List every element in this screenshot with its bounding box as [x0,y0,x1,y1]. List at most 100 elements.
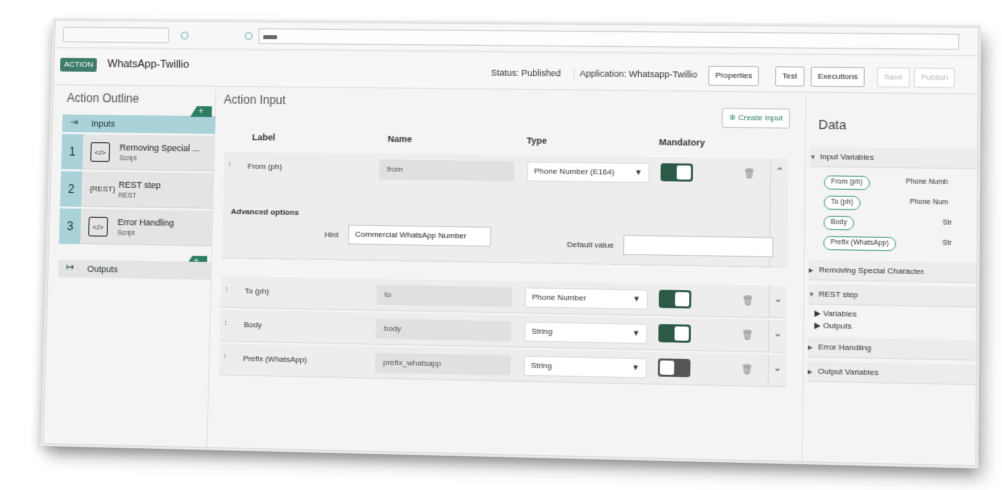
data-panel: Data ▼ Input Variables From (ph) Phone Nu… [801,94,979,466]
caret-right-icon: ▶ [807,369,813,376]
rest-section[interactable]: ▼ REST step [808,284,979,308]
col-type: Type [526,135,548,146]
hint-input[interactable]: Commercial WhatsApp Number [347,224,492,247]
trash-icon[interactable]: 🗑 [741,364,753,375]
data-title: Data [818,116,847,133]
status-dot-icon [244,32,253,40]
toggle-knob [659,360,675,375]
application-text: Application: Whatsapp-Twillio [573,68,698,80]
save-button[interactable]: Save [876,67,911,88]
rest-icon: {REST} [89,184,116,194]
publish-button[interactable]: Publish [913,67,956,89]
error-label: Error Handling [818,342,872,353]
table-row[interactable]: ⠇ From (ph) from Phone Number (E164) ▼ 🗑 … [221,151,789,268]
step-name: Removing Special ... [119,142,200,154]
variables-label: Variables [822,308,857,319]
create-input-button[interactable]: ⊕ Create Input [721,107,790,129]
caret-right-icon: ▶ [807,345,813,352]
mandatory-toggle[interactable] [660,163,694,182]
script-icon: </> [88,216,109,237]
hint-label: Hint [324,230,339,240]
action-outline-panel: Action Outline ⇥ Inputs + 1 </> Removing… [53,87,217,447]
data-pill[interactable]: From (ph) [823,175,870,191]
drag-handle-icon[interactable]: ⠇ [223,354,229,362]
drag-handle-icon[interactable]: ⠇ [225,286,231,294]
properties-button[interactable]: Properties [708,65,760,87]
advanced-options-title: Advanced options [230,207,299,217]
row-type-select[interactable]: String ▼ [523,355,647,379]
caret-down-icon: ▼ [631,362,640,373]
input-arrow-icon: ⇥ [69,117,79,129]
executions-button[interactable]: Executions [810,66,865,88]
variables-item[interactable]: ▶ Variables [814,309,856,319]
app-window: ACTION WhatsApp-Twillio Status: Publishe… [42,19,979,467]
mandatory-toggle[interactable] [658,324,691,343]
row-name-input[interactable]: prefix_whatsapp [374,352,511,376]
data-pill[interactable]: Body [823,215,855,231]
trash-icon[interactable]: 🗑 [742,330,754,341]
removing-section[interactable]: ▶ Removing Special Character. [808,259,979,284]
rest-label: REST step [818,289,859,300]
action-input-panel: Action Input ⊕ Create Input Label Name T… [209,88,796,461]
trash-icon[interactable]: 🗑 [743,168,756,179]
step-number: 2 [60,171,83,207]
output-variables-section[interactable]: ▶ Output Variables [807,361,979,386]
chevron-down-icon[interactable]: ⌄ [768,320,787,352]
outline-step[interactable]: 1 </> Removing Special ... Script [61,133,216,172]
chevron-down-icon[interactable]: ⌄ [767,354,787,387]
trash-icon[interactable]: 🗑 [742,295,754,306]
outputs-item[interactable]: ▶ Outputs [814,321,851,331]
row-name-input[interactable]: from [378,159,515,182]
data-pill-type: Str [942,239,952,248]
row-type-value: Phone Number (E164) [534,166,615,177]
inputs-label: Inputs [91,118,116,129]
step-name: Error Handling [117,217,175,228]
toggle-knob [676,165,691,180]
data-pill-type: Phone Num [909,198,948,207]
outline-inputs[interactable]: ⇥ Inputs + [62,114,216,134]
row-type-select[interactable]: Phone Number ▼ [524,287,648,310]
col-label: Label [252,132,276,143]
row-type-value: String [530,360,552,371]
row-label: Body [243,320,262,330]
status-dot-icon [180,31,189,40]
add-step-button[interactable]: + [190,106,212,117]
row-type-select[interactable]: String ▼ [524,321,648,345]
data-pill[interactable]: To (ph) [823,195,861,211]
row-type-select[interactable]: Phone Number (E164) ▼ [526,161,650,184]
test-button[interactable]: Test [775,66,805,87]
caret-right-icon: ▶ [814,308,821,318]
row-label: Prefix (WhatsApp) [242,353,307,365]
status-text: Status: Published [490,67,561,79]
page-title: WhatsApp-Twillio [107,58,190,71]
outline-title: Action Outline [66,91,140,106]
outline-outputs[interactable]: ↦ Outputs [58,259,213,280]
error-section[interactable]: ▶ Error Handling [807,337,979,361]
data-pill[interactable]: Prefix (WhatsApp) [823,235,896,252]
drag-handle-icon[interactable]: ⠇ [228,162,234,170]
chevron-down-icon[interactable]: ⌄ [768,285,788,318]
action-input-title: Action Input [223,92,286,108]
script-icon: </> [90,142,111,163]
data-pill-type: Str [942,219,952,227]
create-input-label: Create Input [738,113,783,123]
outline-step[interactable]: 3 </> Error Handling Script [58,208,214,247]
input-variables-section[interactable]: ▼ Input Variables [809,146,979,170]
removing-label: Removing Special Character. [818,265,926,277]
search-input[interactable] [258,28,960,50]
row-label: To (ph) [244,286,270,296]
breadcrumb-field[interactable] [62,26,170,44]
output-variables-label: Output Variables [817,366,879,378]
row-type-value: Phone Number [531,292,587,303]
outline-step[interactable]: 2 {REST} REST step REST [60,171,215,209]
row-name-input[interactable]: body [375,318,512,342]
screenshot-stage: ACTION WhatsApp-Twillio Status: Publishe… [0,0,1002,490]
caret-down-icon: ▼ [632,294,641,304]
default-value-label: Default value [566,239,614,250]
caret-down-icon: ▼ [634,167,643,177]
mandatory-toggle[interactable] [658,289,692,309]
drag-handle-icon[interactable]: ⠇ [224,320,230,328]
row-name-input[interactable]: to [376,284,513,308]
default-value-input[interactable] [623,234,774,258]
mandatory-toggle[interactable] [657,358,691,378]
